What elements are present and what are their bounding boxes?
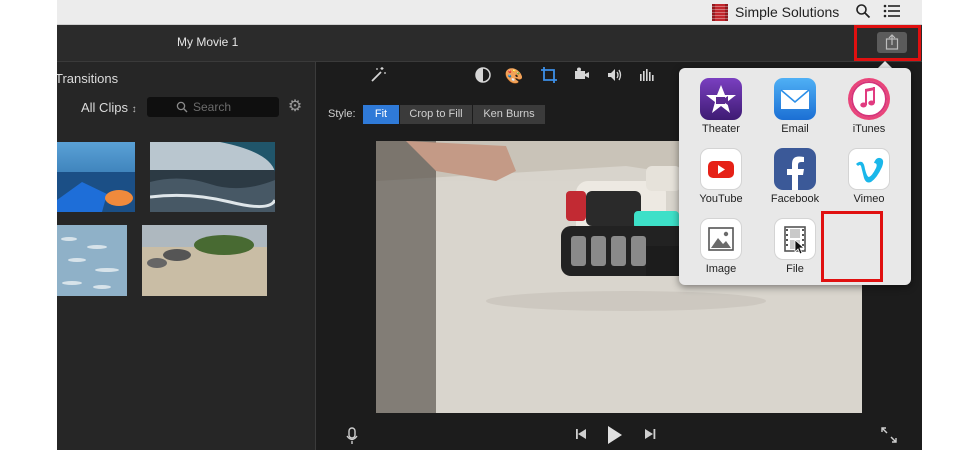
mouse-cursor-icon bbox=[794, 239, 806, 255]
search-placeholder: Search bbox=[193, 100, 232, 114]
style-crop-to-fill-button[interactable]: Crop to Fill bbox=[400, 105, 472, 124]
share-file-item[interactable]: File bbox=[760, 218, 830, 275]
itunes-label: iTunes bbox=[852, 123, 886, 135]
share-youtube-item[interactable]: YouTube bbox=[686, 148, 756, 205]
brand: Simple Solutions bbox=[712, 3, 839, 21]
vimeo-icon bbox=[848, 148, 890, 190]
brand-name: Simple Solutions bbox=[735, 4, 840, 20]
all-clips-dropdown[interactable]: All Clips ↕ bbox=[81, 100, 137, 115]
share-vimeo-item[interactable]: Vimeo bbox=[834, 148, 904, 205]
title-bar: My Movie 1 bbox=[57, 25, 922, 62]
file-label: File bbox=[786, 263, 804, 275]
youtube-icon bbox=[700, 148, 742, 190]
crop-icon[interactable] bbox=[538, 66, 560, 88]
microphone-icon[interactable] bbox=[341, 426, 363, 446]
color-palette-icon[interactable]: 🎨 bbox=[503, 66, 525, 88]
magic-wand-icon[interactable] bbox=[367, 66, 389, 88]
theater-icon bbox=[700, 78, 742, 120]
media-browser: Transitions All Clips ↕ Search ⚙ bbox=[57, 62, 315, 450]
theater-label: Theater bbox=[702, 123, 740, 135]
style-label: Style: bbox=[328, 108, 356, 120]
clip-thumbnail-kayak[interactable] bbox=[57, 142, 135, 212]
tab-transitions[interactable]: Transitions bbox=[57, 71, 118, 86]
play-icon[interactable] bbox=[603, 424, 625, 444]
vimeo-label: Vimeo bbox=[853, 193, 885, 205]
facebook-label: Facebook bbox=[770, 193, 820, 205]
email-icon bbox=[774, 78, 816, 120]
search-field-icon bbox=[176, 101, 188, 113]
style-ken-burns-button[interactable]: Ken Burns bbox=[473, 105, 545, 124]
equalizer-icon[interactable] bbox=[636, 66, 658, 88]
image-icon bbox=[700, 218, 742, 260]
fullscreen-icon[interactable] bbox=[878, 426, 900, 446]
search-icon[interactable] bbox=[854, 3, 872, 21]
facebook-icon bbox=[774, 148, 816, 190]
chevron-updown-icon: ↕ bbox=[131, 104, 137, 115]
email-label: Email bbox=[781, 123, 809, 135]
clip-thumbnail-shore[interactable] bbox=[57, 225, 127, 296]
share-facebook-item[interactable]: Facebook bbox=[760, 148, 830, 205]
style-fit-button[interactable]: Fit bbox=[363, 105, 399, 124]
imovie-window: Simple Solutions My Movie 1 Transitions … bbox=[57, 0, 922, 450]
next-frame-icon[interactable] bbox=[639, 426, 661, 446]
clip-thumbnail-ocean[interactable] bbox=[150, 142, 275, 212]
movie-title: My Movie 1 bbox=[177, 35, 239, 49]
list-icon[interactable] bbox=[883, 3, 901, 21]
previous-frame-icon[interactable] bbox=[570, 426, 592, 446]
search-input[interactable]: Search bbox=[147, 97, 279, 117]
share-email-item[interactable]: Email bbox=[760, 78, 830, 135]
film-strip-icon bbox=[774, 218, 816, 260]
youtube-label: YouTube bbox=[699, 193, 743, 205]
share-theater-item[interactable]: Theater bbox=[686, 78, 756, 135]
stabilization-camera-icon[interactable] bbox=[571, 66, 593, 88]
share-image-item[interactable]: Image bbox=[686, 218, 756, 275]
share-itunes-item[interactable]: iTunes bbox=[834, 78, 904, 135]
menubar: Simple Solutions bbox=[57, 0, 922, 25]
clip-thumbnail-rocks[interactable] bbox=[142, 225, 267, 296]
volume-icon[interactable] bbox=[604, 66, 626, 88]
all-clips-label: All Clips bbox=[81, 100, 128, 115]
film-logo-icon bbox=[712, 3, 728, 21]
share-button-highlight bbox=[854, 25, 921, 61]
itunes-icon bbox=[848, 78, 890, 120]
color-balance-icon[interactable] bbox=[472, 66, 494, 88]
file-item-highlight bbox=[821, 211, 883, 282]
gear-icon[interactable]: ⚙ bbox=[286, 98, 304, 116]
image-label: Image bbox=[705, 263, 737, 275]
